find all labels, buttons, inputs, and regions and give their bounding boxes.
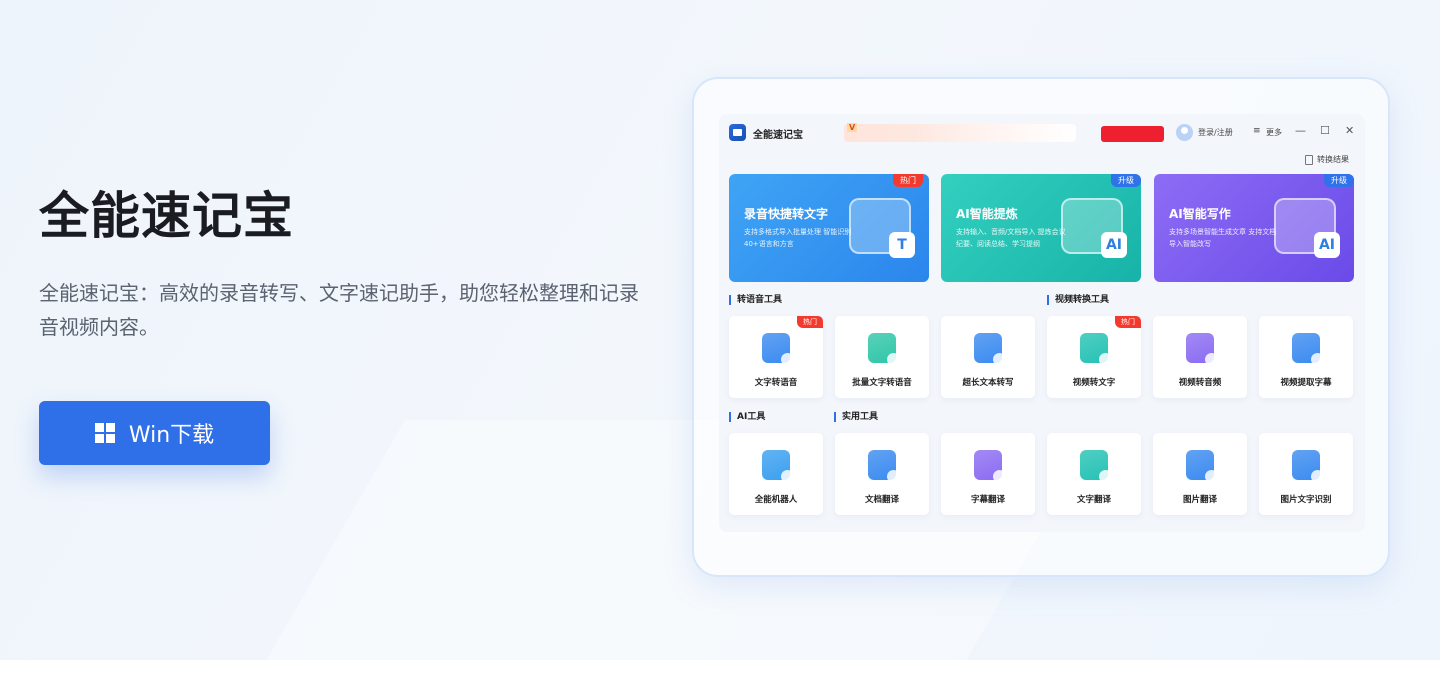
- batch-text-to-speech-icon: [868, 333, 900, 366]
- video-to-text-icon: [1080, 333, 1112, 366]
- feature-card-ai-writing[interactable]: AI智能写作 支持多场景智能生成文章 支持文档导入智能改写 AI 升级: [1154, 174, 1354, 282]
- promo-button[interactable]: [1101, 126, 1164, 142]
- tool-label: 图片文字识别: [1280, 495, 1332, 505]
- tool-text-translate[interactable]: 文字翻译: [1047, 433, 1141, 515]
- more-link[interactable]: 更多: [1266, 127, 1282, 138]
- video-subtitle-extract-icon: [1292, 333, 1324, 366]
- tool-image-translate[interactable]: 图片翻译: [1153, 433, 1247, 515]
- video-to-audio-icon: [1186, 333, 1218, 366]
- result-label: 转换结果: [1317, 155, 1349, 164]
- app-window: 全能速记宝 V 登录/注册 ≡ 更多 — ☐ ✕ 转换结果 录音快捷转文字 支持…: [719, 114, 1365, 532]
- hot-badge: 热门: [797, 316, 823, 328]
- tool-label: 超长文本转写: [962, 378, 1014, 388]
- avatar[interactable]: [1176, 124, 1193, 141]
- tool-ai-robot[interactable]: 全能机器人: [729, 433, 823, 515]
- feature-card-audio-to-text[interactable]: 录音快捷转文字 支持多格式导入批量处理 智能识别40+语言和方言 T 热门: [729, 174, 929, 282]
- tool-label: 字幕翻译: [970, 495, 1005, 505]
- tool-image-ocr[interactable]: 图片文字识别: [1259, 433, 1353, 515]
- section-title-speech: 转语音工具: [729, 295, 782, 305]
- section-title-video: 视频转换工具: [1047, 295, 1109, 305]
- long-text-transcribe-icon: [974, 333, 1006, 366]
- hero-section: 全能速记宝 全能速记宝：高效的录音转写、文字速记助手，助您轻松整理和记录音视频内…: [39, 186, 659, 465]
- ai-robot-icon: [762, 450, 794, 483]
- vip-badge: V: [847, 123, 858, 132]
- tool-label: 视频提取字幕: [1280, 378, 1332, 388]
- minimize-icon[interactable]: —: [1295, 124, 1306, 137]
- menu-icon[interactable]: ≡: [1253, 126, 1261, 136]
- ai-upload-icon: AI: [1061, 198, 1127, 258]
- result-link[interactable]: 转换结果: [1305, 154, 1349, 165]
- app-logo-icon: [729, 124, 746, 141]
- upgrade-badge: 升级: [1111, 174, 1141, 187]
- bottom-strip: [0, 660, 1440, 677]
- text-to-speech-icon: [762, 333, 794, 366]
- tool-video-to-audio[interactable]: 视频转音频: [1153, 316, 1247, 398]
- feature-desc: 支持输入、音频/文档导入 提炼会议纪要、阅读总结、学习提纲: [956, 228, 1066, 248]
- app-titlebar: 全能速记宝 V 登录/注册 ≡ 更多 — ☐ ✕: [719, 114, 1365, 150]
- tool-subtitle-translate[interactable]: 字幕翻译: [941, 433, 1035, 515]
- tool-label: 文字翻译: [1076, 495, 1111, 505]
- tool-text-to-speech[interactable]: 文字转语音 热门: [729, 316, 823, 398]
- tool-label: 批量文字转语音: [852, 378, 912, 388]
- tool-video-subtitle-extract[interactable]: 视频提取字幕: [1259, 316, 1353, 398]
- app-name: 全能速记宝: [753, 130, 803, 141]
- tool-document-translate[interactable]: 文档翻译: [835, 433, 929, 515]
- document-translate-icon: [868, 450, 900, 483]
- image-ocr-icon: [1292, 450, 1324, 483]
- document-icon: [1305, 154, 1313, 165]
- tool-video-to-text[interactable]: 视频转文字 热门: [1047, 316, 1141, 398]
- feature-card-ai-extract[interactable]: AI智能提炼 支持输入、音频/文档导入 提炼会议纪要、阅读总结、学习提纲 AI …: [941, 174, 1141, 282]
- promo-banner[interactable]: [844, 124, 1076, 142]
- tool-label: 图片翻译: [1182, 495, 1217, 505]
- download-label: Win下载: [128, 423, 215, 448]
- maximize-icon[interactable]: ☐: [1320, 124, 1330, 137]
- win-download-button[interactable]: Win下载: [39, 401, 270, 465]
- text-translate-icon: [1080, 450, 1112, 483]
- section-title-ai: AI工具: [729, 412, 765, 422]
- login-link[interactable]: 登录/注册: [1198, 127, 1233, 138]
- tool-label: 视频转文字: [1072, 378, 1116, 388]
- upgrade-badge: 升级: [1324, 174, 1354, 187]
- tool-label: 视频转音频: [1178, 378, 1222, 388]
- hot-badge: 热门: [893, 174, 923, 187]
- hero-description: 全能速记宝：高效的录音转写、文字速记助手，助您轻松整理和记录音视频内容。: [39, 281, 639, 339]
- tape-icon: T: [849, 198, 915, 258]
- tool-label: 文字转语音: [754, 378, 798, 388]
- section-title-utility: 实用工具: [834, 412, 878, 422]
- feature-desc: 支持多格式导入批量处理 智能识别40+语言和方言: [744, 228, 852, 248]
- close-icon[interactable]: ✕: [1345, 124, 1354, 137]
- feature-title: 录音快捷转文字: [744, 207, 829, 221]
- image-translate-icon: [1186, 450, 1218, 483]
- ai-writing-icon: AI: [1274, 198, 1340, 258]
- hot-badge: 热门: [1115, 316, 1141, 328]
- subtitle-translate-icon: [974, 450, 1006, 483]
- feature-desc: 支持多场景智能生成文章 支持文档导入智能改写: [1169, 228, 1277, 248]
- windows-icon: [94, 423, 115, 443]
- feature-title: AI智能提炼: [956, 207, 1018, 221]
- page-title: 全能速记宝: [39, 187, 294, 245]
- tool-long-text-transcribe[interactable]: 超长文本转写: [941, 316, 1035, 398]
- tool-label: 全能机器人: [754, 495, 798, 505]
- tool-batch-text-to-speech[interactable]: 批量文字转语音: [835, 316, 929, 398]
- tool-label: 文档翻译: [864, 495, 899, 505]
- feature-title: AI智能写作: [1169, 207, 1231, 221]
